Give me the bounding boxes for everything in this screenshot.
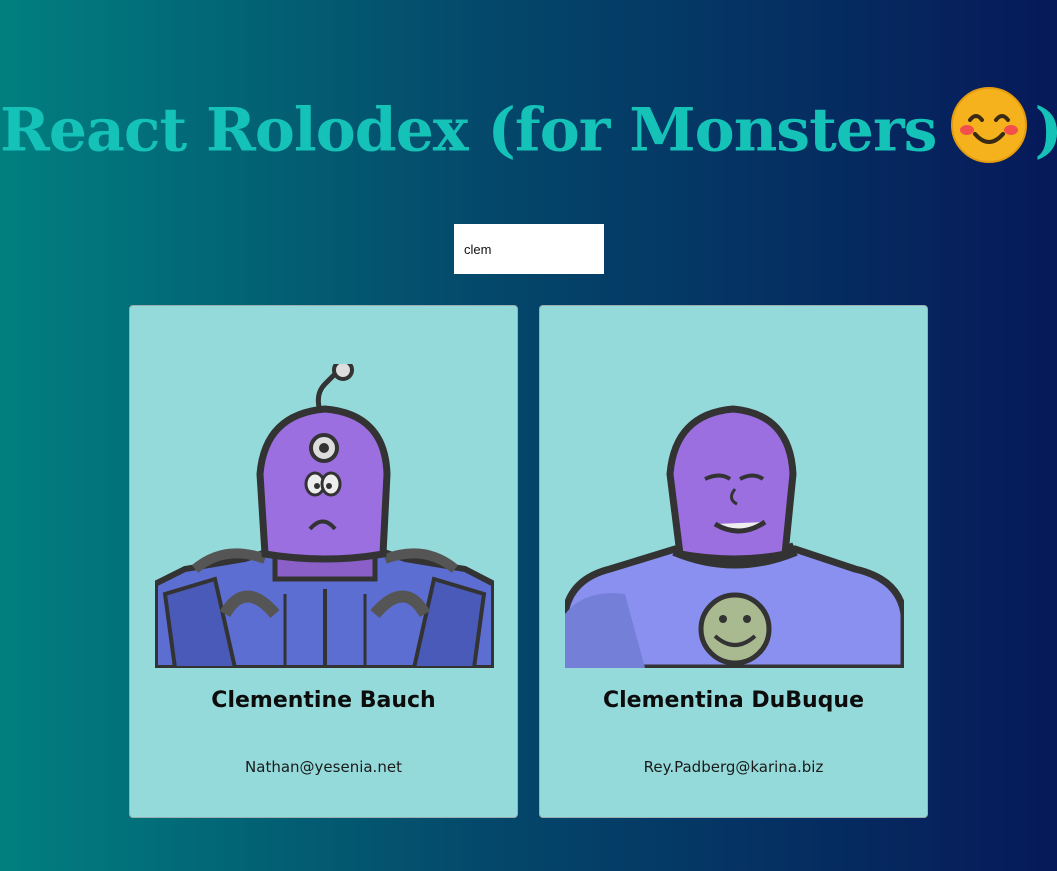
- page-title-text: React Rolodex (for Monsters: [0, 95, 937, 166]
- page-title-suffix: ): [1034, 96, 1057, 166]
- cyclops-robot-monster-image: [155, 364, 494, 668]
- monster-card[interactable]: Clementine Bauch Nathan@yesenia.net: [129, 305, 518, 818]
- page-title: React Rolodex (for Monsters): [0, 86, 1057, 184]
- smiling-face-emoji-icon: [950, 86, 1028, 184]
- search-input[interactable]: [454, 224, 604, 274]
- smiley-shirt-monster-image: [565, 364, 904, 668]
- monster-name: Clementina DuBuque: [602, 688, 865, 713]
- monster-email: Nathan@yesenia.net: [245, 758, 402, 776]
- monster-card[interactable]: Clementina DuBuque Rey.Padberg@karina.bi…: [539, 305, 928, 818]
- monster-name: Clementine Bauch: [211, 688, 436, 713]
- monster-email: Rey.Padberg@karina.biz: [643, 758, 824, 776]
